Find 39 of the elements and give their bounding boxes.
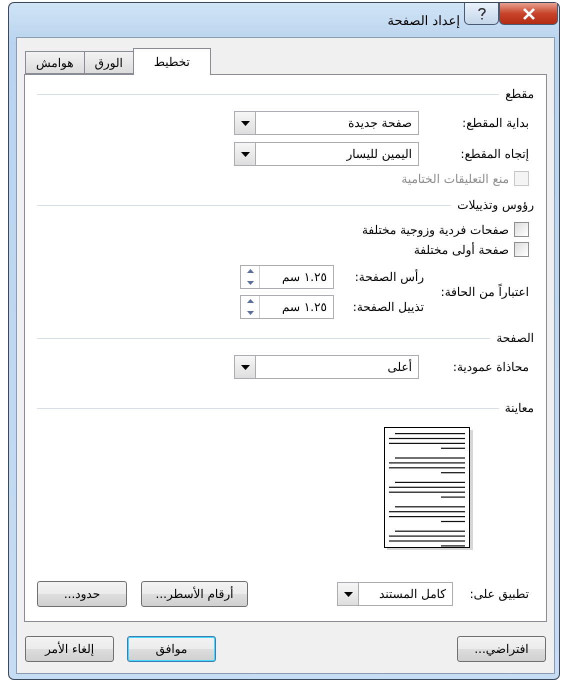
window-title: إعداد الصفحة (387, 14, 460, 29)
caret-icon (240, 364, 250, 370)
tab[interactable]: الورق (84, 51, 134, 74)
tab[interactable]: هوامش (25, 51, 85, 74)
close-button[interactable] (499, 3, 558, 25)
help-button[interactable] (464, 3, 499, 25)
dropdown[interactable]: أعلى (234, 355, 419, 379)
field-label: تذييل الصفحة: (352, 300, 424, 314)
borders-button[interactable]: حدود... (37, 581, 127, 607)
checkbox-label: منع التعليقات الختامية (401, 172, 509, 186)
section-title: مقطع (505, 87, 534, 101)
dropdown[interactable]: كامل المستند (337, 582, 453, 606)
help-icon (476, 7, 486, 20)
section-title: معاينة (504, 401, 534, 415)
dialog-button[interactable]: إلغاء الأمر (25, 636, 114, 662)
ok-button[interactable]: موافق (127, 636, 216, 662)
checkbox[interactable] (514, 242, 529, 257)
field-label: إتجاه المقطع: (460, 147, 529, 161)
field-label: بداية المقطع: (461, 116, 529, 130)
field-label: اعتباراً من الحافة: (440, 285, 529, 299)
field-label: رأس الصفحة: (354, 270, 424, 284)
spinner-field[interactable]: ١.٢٥ سم (240, 265, 334, 289)
section-title: الصفحة (496, 331, 534, 345)
dropdown[interactable]: اليمين لليسار (234, 142, 419, 166)
field-label: محاذاة عمودية: (452, 360, 529, 374)
dialog-button[interactable]: افتراضي... (457, 636, 546, 662)
field-label: تطبيق على: (468, 587, 529, 601)
close-icon (522, 8, 536, 20)
checkbox-label: صفحات فردية وزوجية مختلفة (362, 222, 509, 236)
spinner-field[interactable]: ١.٢٥ سم (240, 295, 334, 319)
caret-icon (344, 592, 352, 596)
checkbox-label: صفحة أولى مختلفة (414, 242, 509, 256)
caret-icon (240, 152, 250, 156)
line-numbers-button[interactable]: أرقام الأسطر... (141, 581, 248, 607)
tab[interactable]: تخطيط (132, 48, 211, 75)
checkbox[interactable] (514, 222, 529, 237)
dropdown[interactable]: صفحة جديدة (234, 111, 419, 135)
caret-icon (240, 120, 250, 126)
section-title: رؤوس وتذييلات (457, 198, 534, 212)
